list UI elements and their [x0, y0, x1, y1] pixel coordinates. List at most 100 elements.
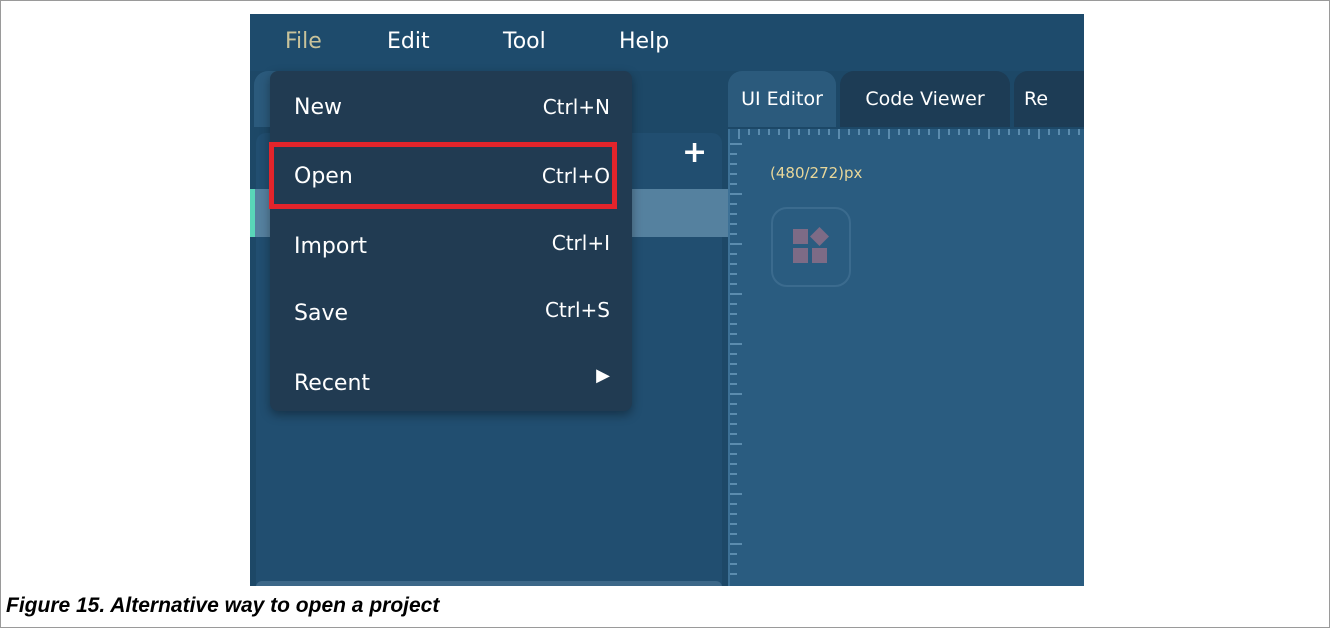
menu-item-open[interactable]: Open Ctrl+O: [270, 144, 632, 204]
ruler-tick: [730, 343, 742, 345]
ruler-tick: [730, 313, 737, 315]
ruler-tick: [1038, 129, 1040, 139]
menu-item-recent-label: Recent: [294, 371, 371, 396]
menu-item-import-shortcut: Ctrl+I: [551, 231, 610, 255]
ruler-tick: [998, 129, 1000, 135]
ruler-tick: [730, 243, 742, 245]
ui-editor-canvas[interactable]: (480/272)px: [728, 129, 1084, 586]
menu-item-new[interactable]: New Ctrl+N: [270, 75, 632, 135]
ruler-tick: [730, 223, 737, 225]
ruler-tick: [730, 153, 737, 155]
ruler-tick: [730, 573, 737, 575]
menu-help[interactable]: Help: [619, 29, 669, 54]
ruler-tick: [730, 523, 737, 525]
tab-code-viewer[interactable]: Code Viewer: [840, 71, 1010, 127]
selection-accent-bar: [250, 189, 255, 237]
menu-edit[interactable]: Edit: [387, 29, 430, 54]
menu-item-recent[interactable]: Recent ▶: [270, 351, 632, 411]
ruler-tick: [848, 129, 850, 135]
menu-item-import-label: Import: [294, 234, 368, 259]
ruler-tick: [1068, 129, 1070, 135]
tab-resources[interactable]: Re: [1014, 71, 1084, 127]
ruler-tick: [730, 253, 737, 255]
ruler-tick: [730, 533, 737, 535]
ruler-tick: [888, 129, 890, 139]
ruler-tick: [730, 263, 737, 265]
ruler-tick: [1028, 129, 1030, 135]
ruler-tick: [968, 129, 970, 135]
ruler-tick: [948, 129, 950, 135]
ruler-tick: [978, 129, 980, 135]
ruler-tick: [798, 129, 800, 135]
ruler-tick: [730, 183, 737, 185]
ruler-tick: [958, 129, 960, 135]
ruler-tick: [808, 129, 810, 135]
ruler-tick: [730, 143, 742, 145]
ruler-tick: [730, 433, 737, 435]
ruler-tick: [730, 473, 737, 475]
menubar: File Edit Tool Help: [250, 14, 1084, 71]
ruler-tick: [730, 463, 737, 465]
ruler-tick: [730, 273, 737, 275]
ruler-tick: [730, 333, 737, 335]
ruler-tick: [730, 393, 742, 395]
submenu-arrow-icon: ▶: [596, 365, 610, 386]
ruler-tick: [838, 129, 840, 139]
ruler-tick: [730, 423, 737, 425]
menu-item-save[interactable]: Save Ctrl+S: [270, 281, 632, 341]
ruler-tick: [730, 553, 737, 555]
ruler-tick: [730, 513, 737, 515]
ruler-tick: [898, 129, 900, 135]
ruler-tick: [768, 129, 770, 135]
ruler-tick: [1058, 129, 1060, 135]
ruler-tick: [778, 129, 780, 135]
ruler-tick: [988, 129, 990, 139]
ruler-tick: [818, 129, 820, 135]
ruler-tick: [730, 233, 737, 235]
ruler-tick: [828, 129, 830, 135]
ruler-tick: [730, 483, 737, 485]
ruler-tick: [730, 353, 737, 355]
menu-tool[interactable]: Tool: [503, 29, 546, 54]
ruler-tick: [758, 129, 760, 135]
ruler-tick: [730, 493, 742, 495]
ruler-tick: [1018, 129, 1020, 135]
figure-frame: File Edit Tool Help ew UI Editor Code Vi…: [0, 0, 1330, 628]
ruler-tick: [730, 453, 737, 455]
ruler-tick: [878, 129, 880, 135]
ruler-tick: [730, 203, 737, 205]
ruler-tick: [918, 129, 920, 135]
widget-library-button[interactable]: [771, 207, 851, 287]
tab-ui-editor[interactable]: UI Editor: [728, 71, 836, 127]
app-screenshot: File Edit Tool Help ew UI Editor Code Vi…: [250, 14, 1084, 586]
ruler-tick: [730, 543, 742, 545]
menu-item-open-shortcut: Ctrl+O: [541, 164, 610, 188]
ruler-tick: [1008, 129, 1010, 135]
ruler-tick: [938, 129, 940, 139]
ruler-tick: [730, 173, 737, 175]
ruler-tick: [908, 129, 910, 135]
ruler-tick: [730, 283, 737, 285]
menu-file[interactable]: File: [285, 29, 322, 54]
ruler-tick: [730, 503, 737, 505]
canvas-resolution-label: (480/272)px: [770, 164, 863, 182]
ruler-tick: [730, 403, 737, 405]
ruler-tick: [730, 323, 737, 325]
add-screen-button[interactable]: +: [682, 135, 707, 170]
menu-item-import[interactable]: Import Ctrl+I: [270, 214, 632, 274]
menu-item-open-label: Open: [294, 164, 353, 189]
ruler-tick: [730, 293, 742, 295]
horizontal-ruler: [730, 129, 1084, 141]
ruler-tick: [748, 129, 750, 135]
ruler-tick: [730, 213, 737, 215]
ruler-tick: [730, 443, 742, 445]
ruler-tick: [730, 303, 737, 305]
ruler-tick: [730, 193, 742, 195]
ruler-tick: [868, 129, 870, 135]
ruler-tick: [730, 163, 737, 165]
tab-code-viewer-label: Code Viewer: [865, 88, 985, 110]
ruler-tick: [730, 413, 737, 415]
ruler-tick: [730, 363, 737, 365]
widgets-icon: [793, 227, 829, 263]
file-menu-dropdown: New Ctrl+N Open Ctrl+O Import Ctrl+I Sav…: [270, 71, 632, 411]
